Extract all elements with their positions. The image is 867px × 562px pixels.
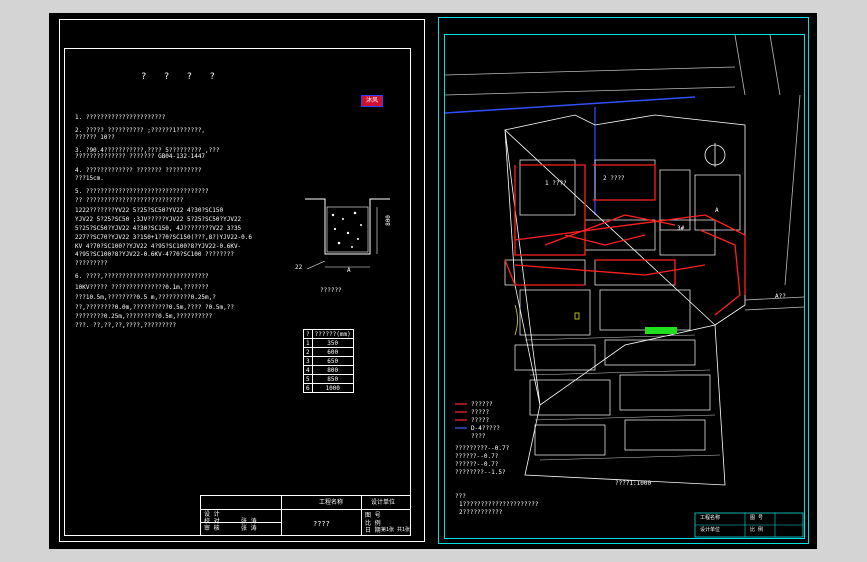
- building-outlines: [504, 159, 741, 456]
- building-label: 2 ????: [603, 175, 625, 182]
- note-line: 10KV????? ???????????????0.1m,???????: [75, 284, 209, 291]
- right-drawing-frame: 1 ???? 2 ???? 3# A A?? ????1:1000 ??????…: [444, 34, 805, 539]
- table-row: 3 650: [303, 356, 354, 366]
- table-cell: 800: [311, 365, 354, 375]
- table-row: 1 350: [303, 338, 354, 348]
- note-line: 2???????????: [459, 509, 503, 516]
- note-line: ?? ???????????????????????????: [75, 197, 184, 204]
- road-lines: [445, 35, 804, 311]
- note-line: YJV22 5?25?SC50 ;3JV?????YJV22 5?25?SC50…: [75, 216, 242, 223]
- table-cell: 2: [303, 347, 313, 357]
- title-block-row: 校 对: [204, 518, 220, 525]
- building-label: A: [715, 207, 719, 214]
- entry-label: A??: [775, 293, 786, 300]
- table-cell: 850: [311, 374, 354, 384]
- trench-section-label: ??????: [320, 287, 342, 294]
- elevation-line: ?????????--0.7?: [455, 445, 510, 452]
- legend-item: ??????: [471, 401, 493, 408]
- power-cables: [504, 164, 746, 316]
- pipe-size-table: ? ??????(mm) 1 350 2 600 3 650 4 800 5 850 6 1000: [303, 329, 354, 393]
- elevation-line: ????????--1.5?: [455, 469, 506, 476]
- table-cell: 3: [303, 356, 313, 366]
- trench-side-dim: A: [347, 267, 351, 274]
- logo-stamp: 沐风: [361, 95, 383, 107]
- title-block-sign: 张 涛: [241, 525, 257, 532]
- legend-item: ????: [471, 433, 486, 440]
- table-cell: 1: [303, 338, 313, 348]
- left-drawing-sheet: ? ? ? ? 沐风 1. ?????????????????????? 2. ?…: [59, 19, 425, 542]
- legend-item: D-4?????: [471, 425, 500, 432]
- note-line: ?????? 10??: [75, 134, 115, 141]
- table-row: 5 850: [303, 374, 354, 384]
- title-block-cell: 图 号: [750, 515, 764, 521]
- table-row: 4 800: [303, 365, 354, 375]
- note-line: 5. ??????????????????????????????????: [75, 188, 209, 195]
- note-line: ?????????????? ??????? GB04-132-1447: [75, 153, 206, 160]
- notes-title: ???: [455, 493, 466, 500]
- note-line: 4. ????????????? ??????? ??????????: [75, 167, 202, 174]
- note-line: 6. ????,?????????????????????????????: [75, 273, 209, 280]
- left-drawing-frame: ? ? ? ? 沐风 1. ?????????????????????? 2. ?…: [64, 48, 411, 536]
- note-line: ??,????????0.0m,??????????0.5m,???? ?0.5…: [75, 304, 234, 311]
- note-line: 2. ????? ?????????? ;??????1???????,: [75, 127, 206, 134]
- title-block: 工程名称 设计单位 ???? 设 计 校 对 审 核 张 涛 张 涛 图 号 比…: [200, 495, 411, 536]
- table-cell: 5: [303, 374, 313, 384]
- note-line: 1?????????????????????: [459, 501, 539, 508]
- legend-swatches: [455, 403, 467, 429]
- design-unit-label: 设计单位: [371, 499, 396, 506]
- table-row: 6 1000: [303, 383, 354, 393]
- note-line: 227??SC70?YJV22 3?150+1?70?SC150(???,8?)…: [75, 234, 253, 241]
- building-label: 3#: [677, 225, 685, 232]
- date-label: 日 期: [365, 527, 381, 534]
- note-line: 4?95?SC100?8?YJV22-0.6KV-4?70?SC100 ????…: [75, 251, 234, 258]
- building-label: 1 ????: [545, 180, 567, 187]
- note-line: 5?25?SC50?YJV22 4?30?SC150, 4J????????V2…: [75, 225, 242, 232]
- note-line: KV 4?70?SC100??YJV22 4?95?SC100?8?YJV22-…: [75, 243, 242, 250]
- table-row: 2 600: [303, 347, 354, 357]
- drawing-number-label: 图 号: [365, 512, 381, 519]
- title-block-row: 审 核: [204, 525, 220, 532]
- table-cell: 4: [303, 365, 313, 375]
- note-line: ???. ??,??,??,????,?????????: [75, 322, 177, 329]
- title-block-sign: 张 涛: [241, 518, 257, 525]
- trench-section-diagram: [305, 198, 390, 270]
- parking-rows: [524, 334, 721, 461]
- title-block-row: 设 计: [204, 511, 220, 518]
- table-header-row: ? ??????(mm): [303, 329, 354, 339]
- elevation-line: ??????--0.7?: [455, 461, 499, 468]
- table-cell: 650: [311, 356, 354, 366]
- note-line: ?????????: [75, 260, 108, 267]
- table-cell: 6: [303, 383, 313, 393]
- project-label: 工程名称: [319, 499, 344, 506]
- title-block-cell: 工程名称: [700, 515, 721, 521]
- table-cell: 1000: [311, 383, 354, 393]
- legend-item: ?????: [471, 417, 490, 424]
- note-line: ????????0.25m,?????????0.5m,??????????: [75, 313, 213, 320]
- note-line: 1222???????YV22 5?25?SC50?YV22 4?30?SC15…: [75, 207, 224, 214]
- scale-label: 比 例: [365, 520, 381, 527]
- elevation-line: ??????--0.7?: [455, 453, 499, 460]
- right-drawing-sheet: 1 ???? 2 ???? 3# A A?? ????1:1000 ??????…: [438, 17, 809, 544]
- legend-item: ?????: [471, 409, 490, 416]
- table-cell: 600: [311, 347, 354, 357]
- table-cell: 350: [311, 338, 354, 348]
- trench-top-dim: 22: [295, 264, 303, 271]
- trench-depth-dim: 800: [384, 215, 392, 226]
- table-header-cell: ?: [303, 329, 313, 339]
- drawing-title: ????: [313, 520, 330, 528]
- logo-text: 沐风: [365, 97, 378, 104]
- sheet-number: 第1张 共1张: [381, 527, 411, 533]
- note-line: ???10.5m,????????0.5 m,?????????0.25m,?: [75, 294, 216, 301]
- notes-title: ? ? ? ?: [141, 72, 221, 82]
- note-line: ???15cm.: [75, 175, 104, 182]
- scale-note: ????1:1000: [615, 480, 652, 487]
- cad-drawing-canvas[interactable]: ? ? ? ? 沐风 1. ?????????????????????? 2. ?…: [49, 13, 817, 549]
- table-header-cell: ??????(mm): [311, 329, 354, 339]
- note-line: 1. ??????????????????????: [75, 114, 166, 121]
- title-block-cell: 设计单位: [700, 527, 721, 533]
- title-block-cell: 比 例: [750, 527, 764, 533]
- site-plan-drawing: [445, 35, 804, 538]
